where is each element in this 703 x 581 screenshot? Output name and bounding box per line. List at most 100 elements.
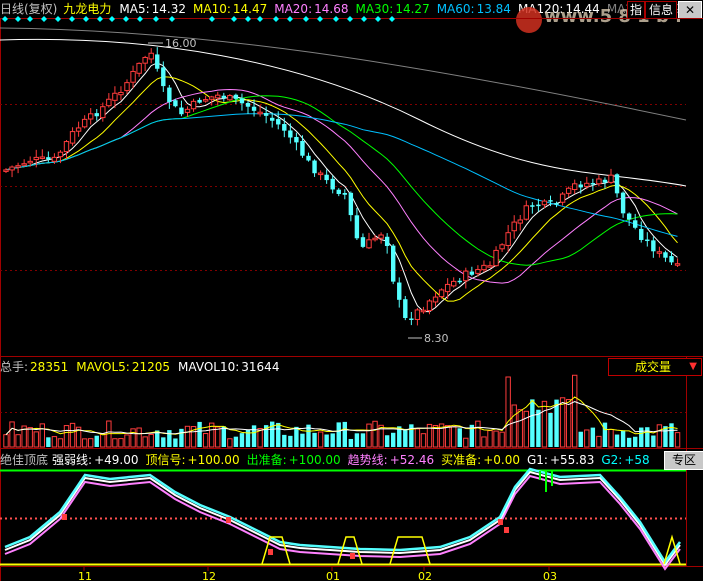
volume-bar [620, 430, 626, 447]
candle-body [100, 106, 106, 119]
candle-body [306, 155, 311, 161]
volume-bar [517, 409, 523, 448]
candle-body [69, 131, 76, 144]
signal-diamond [55, 16, 61, 22]
volume-bar [294, 426, 299, 447]
volume-bar [457, 428, 462, 447]
volume-bar [639, 427, 644, 447]
volume-bar [645, 427, 650, 447]
volume-bar [239, 433, 245, 447]
candle-body [366, 239, 372, 249]
candle-body [94, 113, 99, 117]
candle-body [294, 136, 299, 143]
candle-body [536, 204, 541, 207]
mavol10-label: MAVOL10: [178, 360, 240, 374]
volume-bar [330, 433, 335, 447]
candle-body [584, 182, 590, 187]
candle-body [487, 265, 493, 268]
candle-body [608, 174, 614, 183]
ma-line [5, 113, 678, 237]
volume-bar [481, 436, 487, 448]
volume-bar [633, 436, 638, 447]
volume-bar [100, 433, 106, 448]
candle-body [197, 99, 202, 103]
volume-bar [148, 433, 154, 448]
chart-frames [0, 18, 703, 581]
candle-body [21, 163, 27, 166]
candle-body [239, 98, 245, 104]
candle-body [626, 213, 632, 220]
volume-bar [536, 409, 541, 447]
candle-body [81, 118, 88, 128]
candle-body [245, 102, 251, 107]
volume-bar [124, 434, 130, 448]
volume-bar [324, 434, 329, 447]
candle-body [565, 187, 572, 194]
volume-bar [3, 434, 9, 448]
candle-body [130, 70, 136, 83]
volume-bar [523, 410, 529, 448]
volume-bar [161, 437, 166, 447]
candle-body [620, 192, 626, 214]
volume-bar [444, 425, 451, 448]
dropdown-arrow-icon: ▼ [689, 361, 697, 372]
signal-diamond [231, 16, 237, 22]
volume-bar [221, 426, 226, 447]
signal-diamond [273, 16, 279, 22]
mavol10-value: 31644 [241, 360, 280, 374]
kline-chart[interactable]: 16.00 8.30 11 12 01 02 03 [0, 0, 703, 581]
candle-body [215, 94, 221, 99]
candle-body [414, 309, 421, 320]
candle-body [342, 192, 347, 195]
volume-bars[interactable] [3, 374, 681, 448]
volume-bar [57, 438, 64, 448]
candle-body [330, 178, 335, 190]
candle-body [63, 141, 70, 153]
candle-body [463, 270, 469, 282]
candle-body [481, 264, 487, 271]
zone-button[interactable]: 专区 [664, 451, 703, 470]
indicator-select[interactable]: 成交量 ▼ [608, 358, 702, 376]
volume-bar [15, 434, 21, 448]
candle-body [179, 107, 184, 115]
volume-bar [463, 437, 469, 448]
candle-body [426, 300, 433, 312]
volume-bar [354, 433, 360, 447]
candle-body [409, 318, 414, 320]
indicator-lines [0, 467, 686, 571]
candle-body [184, 108, 191, 113]
candle-body [469, 271, 475, 275]
candle-body [378, 234, 384, 239]
candle-body [348, 192, 354, 216]
volume-bar [51, 436, 58, 448]
signal-diamond [137, 16, 143, 22]
signal-marker [350, 553, 355, 559]
volume-bar [312, 432, 317, 447]
volume-bar [511, 404, 517, 448]
volume-bar [541, 400, 548, 448]
candle-body [554, 203, 559, 205]
volume-bar [651, 435, 656, 447]
volume-bar [300, 433, 305, 447]
signal-diamond [303, 16, 309, 22]
total-volume-label: 总手: [0, 360, 29, 374]
candle-body [276, 119, 281, 125]
volume-bar [282, 434, 287, 447]
candle-body [633, 220, 638, 228]
volume-bar [202, 433, 209, 448]
candle-body [257, 111, 263, 115]
volume-bar [590, 427, 596, 447]
candle-body [3, 169, 9, 172]
mavol5-value: 21205 [131, 360, 171, 374]
candle-body [451, 280, 457, 287]
candle-body [233, 94, 239, 99]
candle-body [300, 140, 305, 156]
volume-bar [136, 427, 142, 448]
candle-body [136, 62, 142, 74]
candle-body [420, 309, 427, 313]
indicator-label-0: 强弱线: [52, 453, 93, 467]
mavol5-label: MAVOL5: [76, 360, 130, 374]
ma-line [5, 95, 678, 266]
volume-bar [179, 428, 184, 447]
x-axis: 11 12 01 02 03 [78, 566, 557, 581]
